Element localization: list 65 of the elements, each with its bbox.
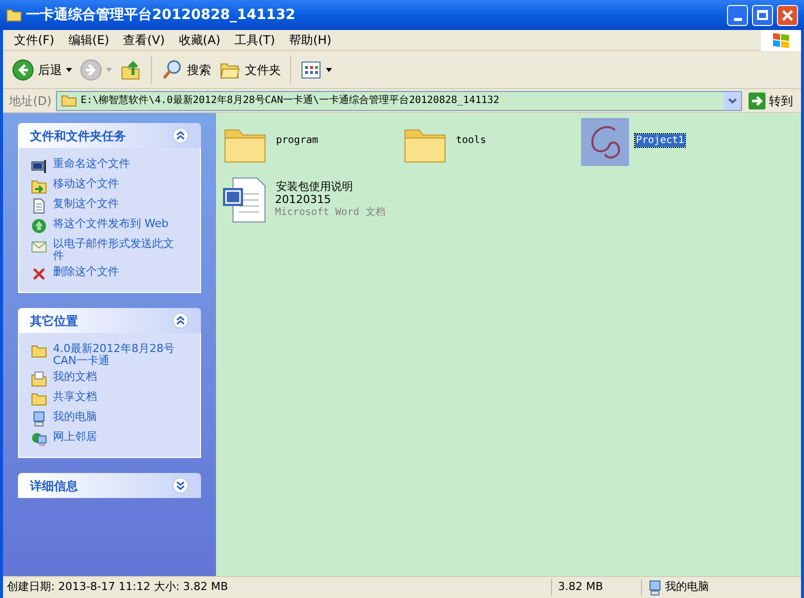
move-icon	[31, 178, 47, 194]
task-link[interactable]: 4.0最新2012年8月28号CAN一卡通	[53, 343, 178, 367]
folder-icon	[31, 391, 47, 407]
file-name[interactable]: 安装包使用说明	[275, 180, 354, 193]
collapse-chevron-icon[interactable]	[172, 127, 189, 144]
computer-icon	[648, 580, 662, 596]
dropdown-button[interactable]	[724, 92, 741, 110]
panel-header[interactable]: 其它位置	[18, 308, 201, 333]
minimize-icon	[734, 18, 742, 20]
folder-icon	[31, 343, 47, 359]
minimize-button[interactable]	[727, 4, 748, 26]
task-link[interactable]: 共享文档	[53, 391, 178, 403]
task-link[interactable]: 复制这个文件	[53, 198, 178, 210]
back-button[interactable]: 后退	[9, 54, 75, 86]
status-text: 创建日期: 2013-8-17 11:12 大小: 3.82 MB	[6, 579, 230, 596]
collapse-chevron-icon[interactable]	[172, 312, 189, 329]
documents-folder-icon	[31, 371, 47, 387]
status-size: 3.82 MB	[551, 579, 641, 596]
close-icon	[782, 10, 793, 20]
panel-header[interactable]: 详细信息	[18, 473, 201, 498]
menu-item[interactable]: 文件(F)	[7, 30, 62, 50]
caret-icon	[326, 68, 332, 72]
go-button[interactable]: 转到	[746, 92, 795, 110]
rename-icon	[31, 158, 47, 174]
task-link[interactable]: 移动这个文件	[53, 178, 178, 190]
maximize-icon	[757, 10, 768, 20]
file-name[interactable]: Project1	[635, 134, 686, 147]
copy-icon	[31, 198, 47, 214]
menu-item[interactable]: 收藏(A)	[172, 30, 228, 50]
delete-cross-icon	[31, 266, 47, 282]
menu-item[interactable]: 工具(T)	[227, 30, 282, 50]
windows-logo-icon	[771, 31, 791, 49]
task-link[interactable]: 我的电脑	[53, 411, 178, 423]
task-link[interactable]: 以电子邮件形式发送此文件	[53, 238, 178, 262]
search-button[interactable]: 搜索	[158, 54, 214, 86]
menu-item[interactable]: 编辑(E)	[61, 30, 116, 50]
task-link[interactable]: 我的文档	[53, 371, 178, 383]
file-date: 20120315	[275, 193, 332, 206]
close-button[interactable]	[777, 4, 798, 26]
folder-icon	[60, 94, 77, 107]
address-label: 地址(D)	[9, 92, 52, 110]
status-location: 我的电脑	[665, 579, 709, 596]
expand-chevron-icon[interactable]	[172, 477, 189, 494]
folders-button[interactable]: 文件夹	[216, 54, 284, 86]
maximize-button[interactable]	[752, 4, 773, 26]
arrow-right-icon	[748, 92, 766, 110]
window-title: 一卡通综合管理平台20120828_141132	[26, 6, 296, 24]
caret-icon	[66, 68, 72, 72]
task-link[interactable]: 网上邻居	[53, 431, 178, 443]
computer-icon	[31, 411, 47, 427]
caret-icon	[106, 68, 112, 72]
chevron-down-icon	[728, 98, 737, 104]
folder-icon	[6, 8, 22, 22]
address-field[interactable]: E:\柳智慧软件\4.0最新2012年8月28号CAN一卡通\一卡通综合管理平台20120828_141132	[56, 90, 742, 110]
task-link[interactable]: 删除这个文件	[53, 266, 178, 278]
file-type: Microsoft Word 文档	[275, 206, 386, 219]
task-link[interactable]: 重命名这个文件	[53, 158, 178, 170]
menu-item[interactable]: 帮助(H)	[282, 30, 338, 50]
file-name[interactable]: tools	[455, 134, 488, 147]
menu-item[interactable]: 查看(V)	[116, 30, 172, 50]
file-name[interactable]: program	[275, 134, 320, 147]
swirl-app-icon[interactable]	[581, 118, 629, 166]
network-icon	[31, 431, 47, 447]
task-link[interactable]: 将这个文件发布到 Web	[53, 218, 178, 230]
panel-header[interactable]: 文件和文件夹任务	[18, 123, 201, 148]
